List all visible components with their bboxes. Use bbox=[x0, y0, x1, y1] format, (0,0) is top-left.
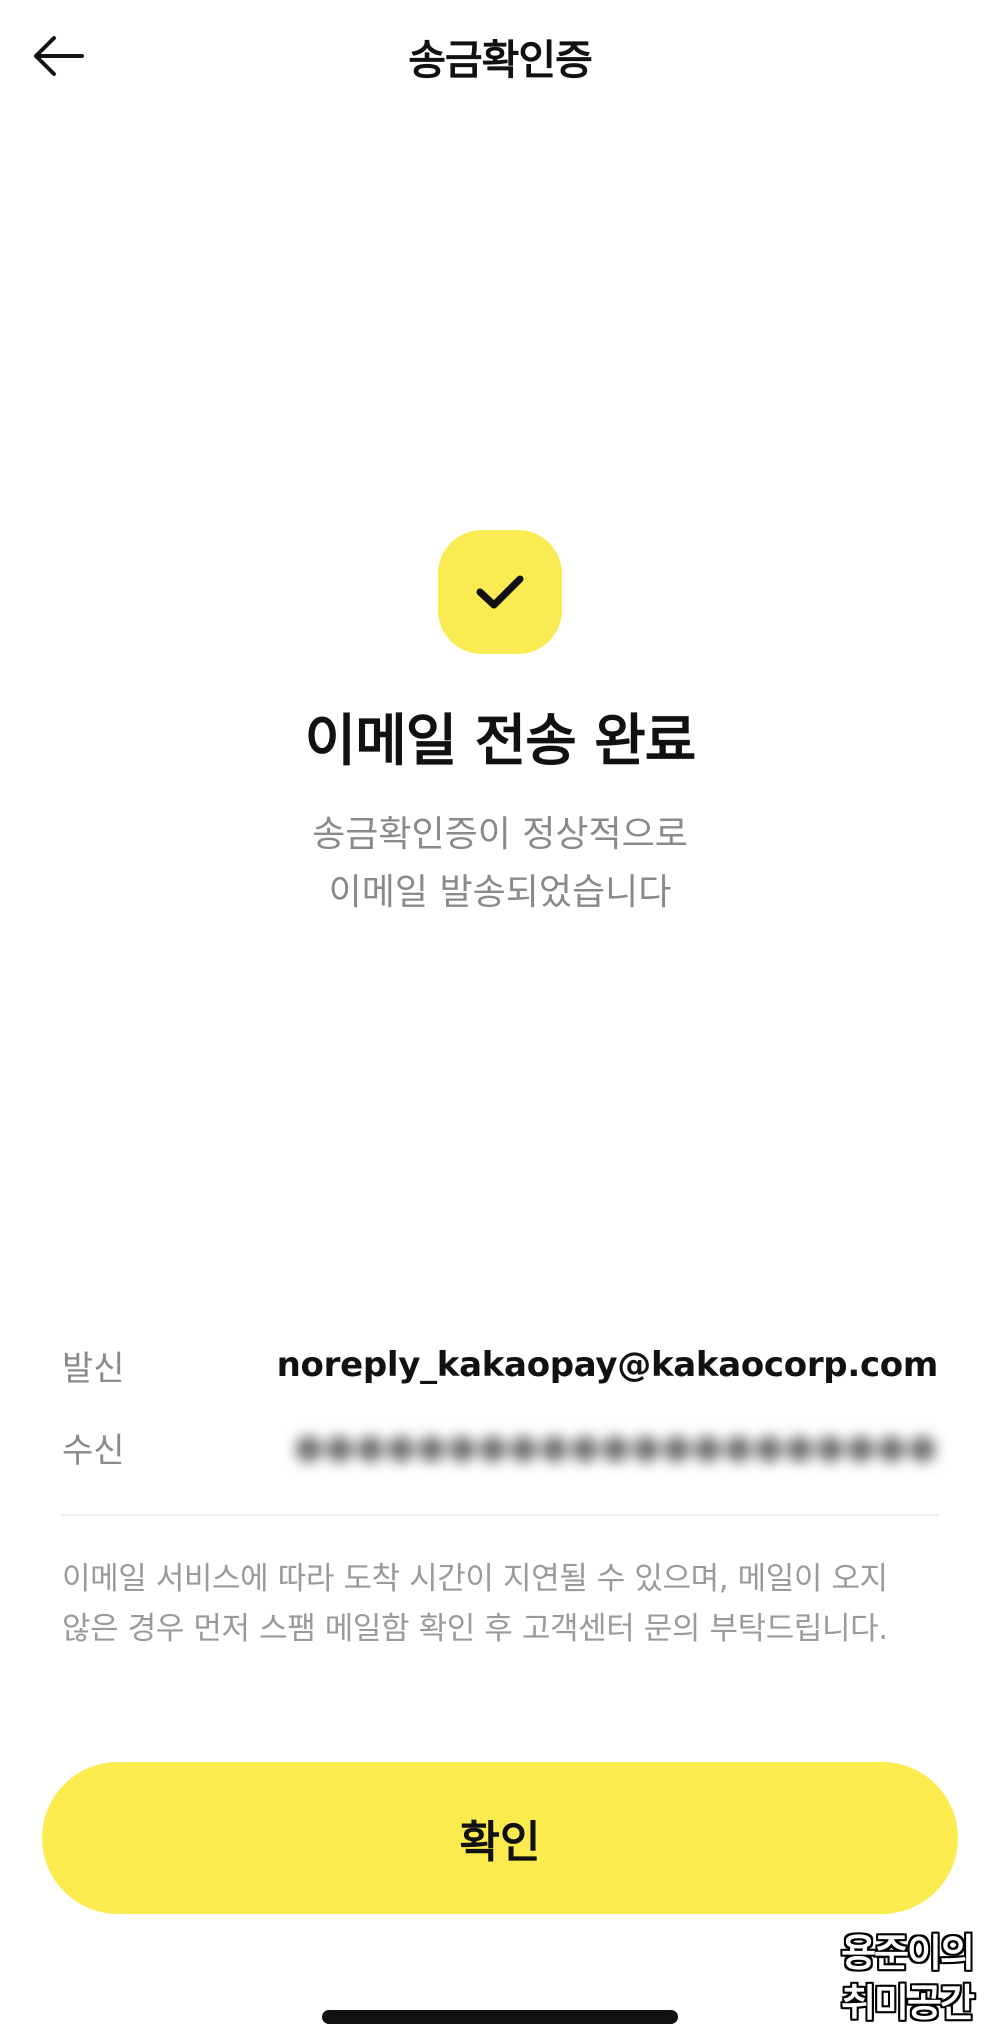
watermark: 용준이의 취미공간 bbox=[826, 1928, 988, 2028]
success-headline: 이메일 전송 완료 bbox=[304, 709, 697, 774]
receiver-row: 수신 ●●●●●●●●●●●●●●●●●●●●● bbox=[62, 1422, 938, 1472]
sender-email: noreply_kakaopay@kakaocorp.com bbox=[276, 1345, 939, 1385]
sender-row: 발신 noreply_kakaopay@kakaocorp.com bbox=[62, 1340, 938, 1390]
receiver-label: 수신 bbox=[62, 1430, 125, 1471]
delivery-notice-line: 않은 경우 먼저 스팸 메일함 확인 후 고객센터 문의 부탁드립니다. bbox=[62, 1611, 888, 1647]
home-indicator[interactable] bbox=[322, 2010, 678, 2024]
watermark-line: 용준이의 bbox=[841, 1931, 975, 1975]
confirm-button[interactable]: 확인 bbox=[42, 1762, 958, 1914]
page-title: 송금확인증 bbox=[408, 36, 593, 84]
delivery-notice-line: 이메일 서비스에 따라 도착 시간이 지연될 수 있으며, 메일이 오지 bbox=[62, 1561, 888, 1597]
success-badge bbox=[438, 530, 562, 654]
divider bbox=[62, 1514, 938, 1516]
sender-label: 발신 bbox=[62, 1348, 125, 1389]
success-message-line: 이메일 발송되었습니다 bbox=[328, 872, 672, 913]
success-message-line: 송금확인증이 정상적으로 bbox=[312, 814, 688, 855]
delivery-notice: 이메일 서비스에 따라 도착 시간이 지연될 수 있으며, 메일이 오지 않은 … bbox=[62, 1554, 938, 1654]
watermark-line: 취미공간 bbox=[841, 1981, 975, 2025]
checkmark-icon bbox=[476, 575, 524, 609]
nav-bar: 송금확인증 bbox=[0, 0, 1000, 110]
receiver-email-redacted: ●●●●●●●●●●●●●●●●●●●●● bbox=[293, 1427, 938, 1467]
success-message: 송금확인증이 정상적으로 이메일 발송되었습니다 bbox=[0, 806, 1000, 922]
